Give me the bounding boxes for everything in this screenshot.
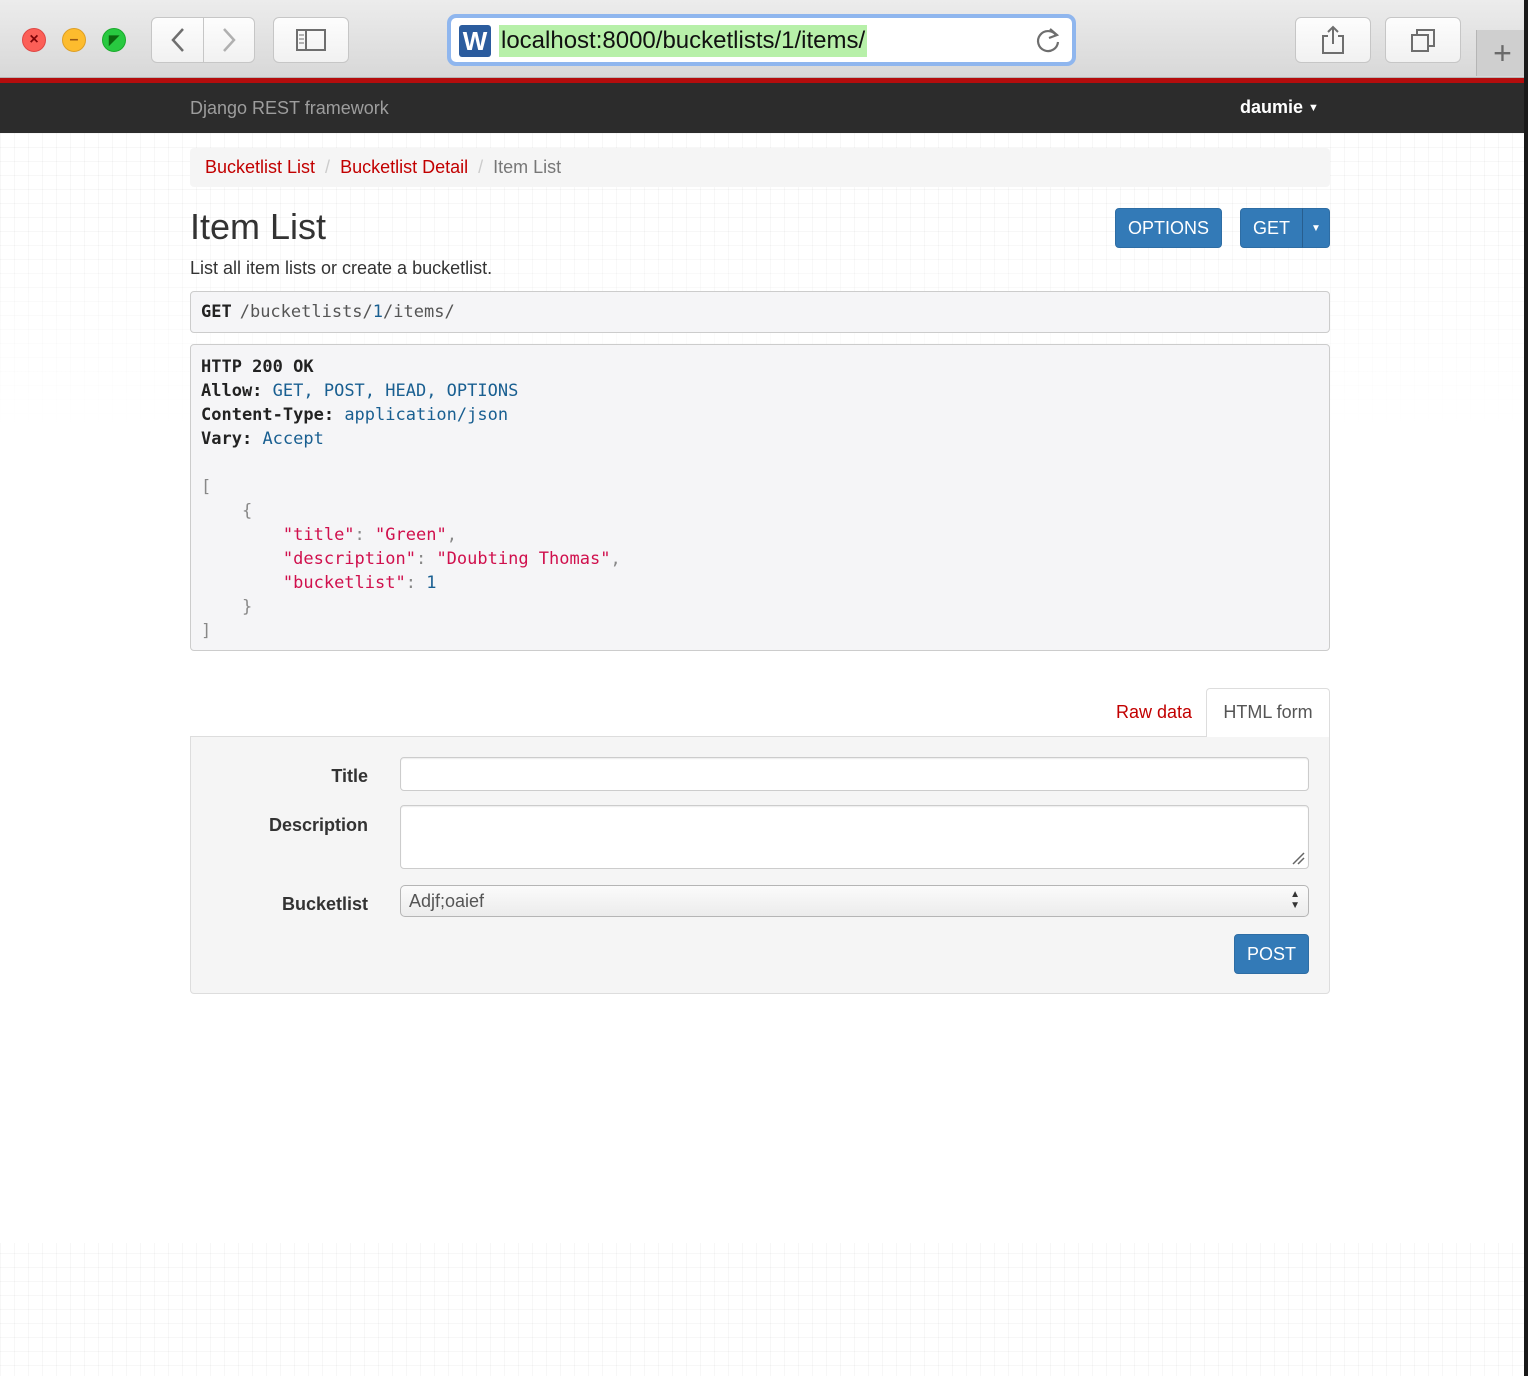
request-method: GET [201, 302, 232, 322]
json-punctuation: } [201, 597, 253, 617]
new-tab-button[interactable]: + [1476, 30, 1528, 76]
tab-raw-data[interactable]: Raw data [1098, 689, 1210, 735]
site-favicon: W [459, 25, 491, 57]
tabs-icon [1411, 29, 1435, 52]
title-input[interactable] [400, 757, 1309, 791]
breadcrumb-bucketlist-list[interactable]: Bucketlist List [205, 157, 315, 178]
header-name: Content-Type: [201, 405, 335, 425]
bucketlist-selected-value: Adjf;oaief [409, 891, 485, 911]
resize-handle-icon[interactable] [1291, 851, 1305, 865]
request-path-id: 1 [372, 302, 384, 322]
request-path-end: /items/ [383, 302, 455, 322]
json-key: "bucketlist" [282, 573, 406, 593]
json-key: "title" [282, 525, 355, 545]
url-text[interactable]: localhost:8000/bucketlists/1/items/ [499, 25, 868, 57]
share-button[interactable] [1295, 17, 1371, 63]
fullscreen-icon: ◤ [109, 32, 119, 47]
post-button[interactable]: POST [1234, 934, 1309, 974]
json-punctuation: ] [201, 621, 212, 641]
close-icon: × [29, 31, 39, 48]
json-punctuation: { [201, 501, 253, 521]
address-bar[interactable]: W localhost:8000/bucketlists/1/items/ [447, 14, 1076, 66]
response-status: HTTP 200 OK [201, 357, 314, 377]
fullscreen-window-button[interactable]: ◤ [102, 28, 126, 52]
user-menu[interactable]: daumie ▼ [1240, 97, 1319, 118]
navbar: Django REST framework daumie ▼ [0, 83, 1524, 133]
breadcrumb-bucketlist-detail[interactable]: Bucketlist Detail [340, 157, 468, 178]
reload-icon[interactable] [1034, 25, 1062, 55]
page-description: List all item lists or create a bucketli… [190, 258, 493, 278]
chevron-right-icon [223, 28, 236, 52]
close-window-button[interactable]: × [22, 28, 46, 52]
bucketlist-select[interactable]: Adjf;oaief ▲ ▼ [400, 885, 1309, 917]
get-button[interactable]: GET [1240, 208, 1303, 248]
caret-down-icon: ▼ [1311, 222, 1321, 234]
header-value: application/json [344, 405, 509, 425]
bucketlist-label: Bucketlist [281, 894, 368, 914]
select-arrows-icon: ▲ ▼ [1290, 889, 1300, 911]
breadcrumb-item-list: Item List [493, 157, 562, 177]
tab-html-form[interactable]: HTML form [1206, 688, 1330, 737]
navbar-brand[interactable]: Django REST framework [190, 98, 389, 119]
browser-toolbar: × – ◤ W localhost:8000/bucketlists/1/ite… [0, 0, 1528, 78]
get-format-dropdown[interactable]: ▼ [1302, 208, 1330, 248]
window-edge [1524, 0, 1528, 1376]
forward-button[interactable] [203, 17, 255, 63]
sidebar-toggle-button[interactable] [273, 17, 349, 63]
plus-icon: + [1493, 35, 1512, 71]
page-title: Item List [190, 206, 327, 247]
back-button[interactable] [151, 17, 204, 63]
minimize-icon: – [69, 31, 79, 48]
breadcrumb-separator: / [325, 157, 331, 177]
chevron-left-icon [170, 28, 184, 52]
show-tabs-button[interactable] [1385, 17, 1461, 63]
post-form: Title Description Bucketlist Adjf;oaief … [190, 736, 1330, 994]
sidebar-icon [296, 29, 326, 51]
header-value: GET, POST, HEAD, OPTIONS [272, 381, 519, 401]
header-value: Accept [262, 429, 324, 449]
description-textarea[interactable] [400, 805, 1309, 869]
request-info: GET/bucketlists/1/items/ [190, 291, 1330, 333]
share-icon [1322, 25, 1344, 54]
user-name: daumie [1240, 97, 1304, 117]
breadcrumb: Bucketlist List / Bucketlist Detail / It… [190, 148, 1330, 187]
header-name: Allow: [201, 381, 263, 401]
json-punctuation: [ [201, 477, 212, 497]
options-button[interactable]: OPTIONS [1115, 208, 1222, 248]
header-name: Vary: [201, 429, 253, 449]
json-value: "Doubting Thomas" [436, 549, 611, 569]
minimize-window-button[interactable]: – [62, 28, 86, 52]
json-value: 1 [426, 573, 437, 593]
caret-down-icon: ▼ [1308, 102, 1319, 114]
json-key: "description" [282, 549, 416, 569]
request-path-start: /bucketlists/ [239, 302, 373, 322]
response-info: HTTP 200 OK Allow: GET, POST, HEAD, OPTI… [190, 344, 1330, 651]
title-label: Title [331, 766, 368, 786]
description-label: Description [268, 815, 368, 835]
breadcrumb-separator: / [478, 157, 484, 177]
json-value: "Green" [375, 525, 447, 545]
